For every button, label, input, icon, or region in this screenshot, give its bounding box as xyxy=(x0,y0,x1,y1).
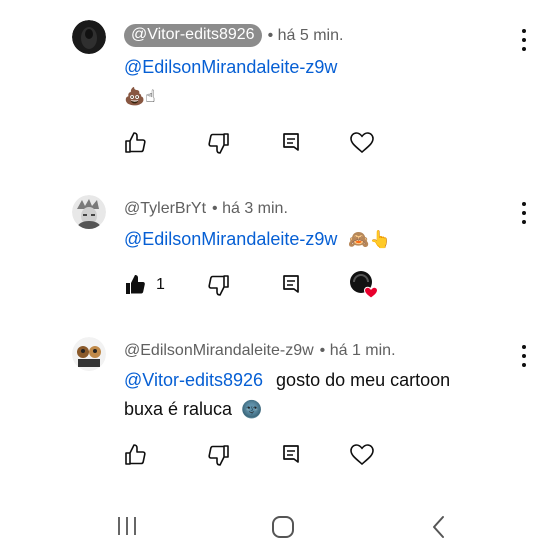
comment-emoji-end: 🌚 xyxy=(241,400,263,420)
comment-body: @Vitor-edits8926 gosto do meu cartoon xyxy=(124,369,450,391)
reply-button[interactable] xyxy=(279,442,303,468)
like-button[interactable]: 1 xyxy=(124,272,165,298)
like-icon xyxy=(125,444,146,465)
comment-meta: @Vitor-edits8926 • há 5 min. xyxy=(124,24,343,47)
avatar[interactable] xyxy=(72,20,106,54)
author-name[interactable]: @TylerBrYt xyxy=(124,200,206,218)
timestamp: • há 5 min. xyxy=(267,26,344,44)
dislike-button[interactable] xyxy=(206,272,230,298)
comment-text-line2-row: buxa é raluca 🌚 xyxy=(124,398,262,421)
comment-meta: @EdilsonMirandaleite-z9w • há 1 min. xyxy=(124,342,396,360)
comment-emojis: 💩☝ xyxy=(124,87,156,107)
more-options-icon[interactable] xyxy=(518,202,530,224)
like-icon xyxy=(126,275,145,294)
dislike-button[interactable] xyxy=(206,130,230,156)
recent-apps-button[interactable] xyxy=(115,514,139,543)
timestamp: • há 3 min. xyxy=(212,200,288,217)
comment-text-line2: buxa é raluca xyxy=(124,399,233,419)
heart-icon xyxy=(350,444,374,466)
reply-icon xyxy=(283,445,299,463)
comment-emojis: 🙈👆 xyxy=(348,230,391,250)
system-nav-bar xyxy=(0,500,560,560)
like-icon xyxy=(125,132,146,153)
dislike-icon xyxy=(208,445,229,466)
timestamp: • há 1 min. xyxy=(319,342,396,359)
heart-button[interactable] xyxy=(349,442,375,468)
author-name[interactable]: @Vitor-edits8926 xyxy=(124,24,262,47)
reply-button[interactable] xyxy=(279,130,303,156)
comment-body: @EdilsonMirandaleite-z9w xyxy=(124,56,337,78)
mention-link[interactable]: @EdilsonMirandaleite-z9w xyxy=(124,57,337,77)
reply-icon xyxy=(283,133,299,151)
dislike-icon xyxy=(208,133,229,154)
back-icon xyxy=(433,516,444,538)
mention-link[interactable]: @EdilsonMirandaleite-z9w xyxy=(124,229,337,249)
creator-heart-icon xyxy=(350,271,379,299)
more-options-icon[interactable] xyxy=(518,345,530,367)
dislike-icon xyxy=(208,275,229,296)
dislike-button[interactable] xyxy=(206,442,230,468)
avatar[interactable] xyxy=(72,195,106,229)
like-button[interactable] xyxy=(124,130,148,156)
like-button[interactable] xyxy=(124,442,148,468)
recent-apps-icon xyxy=(118,517,136,535)
comment-body: @EdilsonMirandaleite-z9w 🙈👆 xyxy=(124,228,391,251)
author-name[interactable]: @EdilsonMirandaleite-z9w xyxy=(124,342,314,360)
avatar[interactable] xyxy=(72,337,106,371)
heart-icon xyxy=(350,132,374,154)
mention-link[interactable]: @Vitor-edits8926 xyxy=(124,370,263,390)
back-button[interactable] xyxy=(428,514,450,545)
reply-button[interactable] xyxy=(279,272,303,298)
comment-meta: @TylerBrYt • há 3 min. xyxy=(124,200,288,218)
reply-icon xyxy=(283,275,299,293)
home-button[interactable] xyxy=(270,514,296,545)
creator-heart[interactable] xyxy=(349,271,381,299)
more-options-icon[interactable] xyxy=(518,29,530,51)
like-count: 1 xyxy=(156,276,165,293)
heart-button[interactable] xyxy=(349,130,375,156)
home-icon xyxy=(272,516,294,538)
comment-text-line1: gosto do meu cartoon xyxy=(276,370,451,390)
